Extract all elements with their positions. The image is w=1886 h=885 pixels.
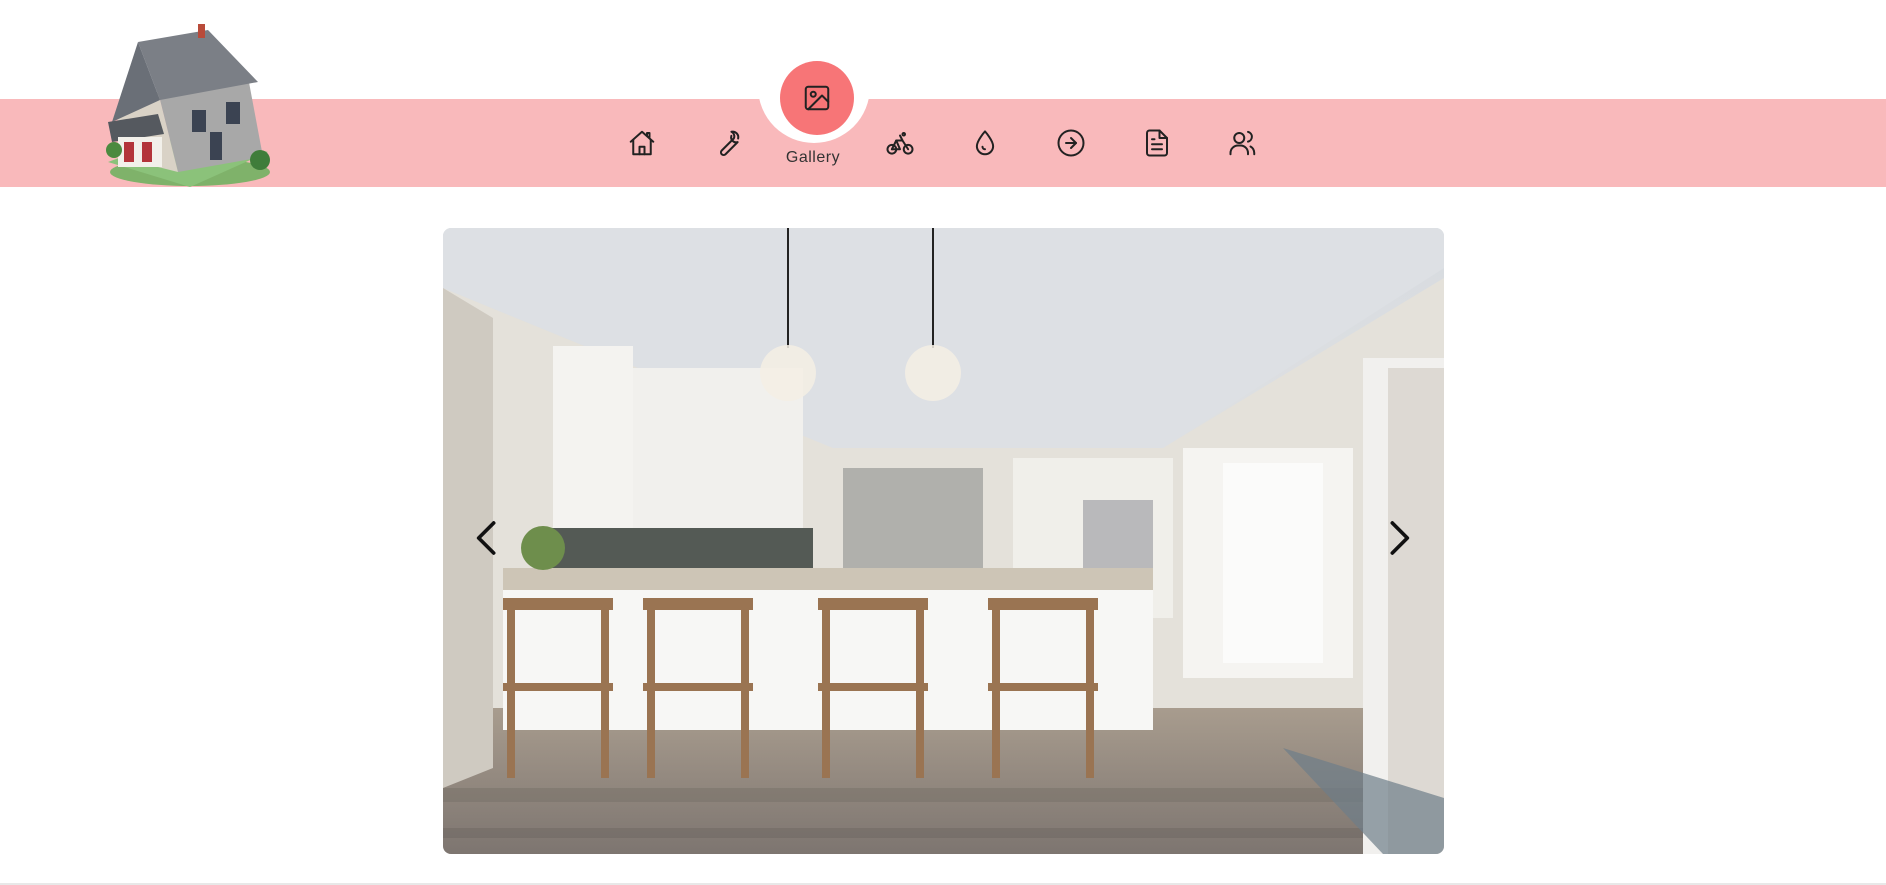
arrow-circle-right-icon: [1057, 129, 1085, 157]
bicycle-icon: [886, 132, 914, 155]
nav-gallery[interactable]: [780, 61, 854, 135]
users-icon: [1229, 130, 1256, 156]
wrench-icon: [719, 130, 740, 157]
carousel-next[interactable]: [1375, 510, 1423, 566]
nav-gallery-label: Gallery: [785, 149, 841, 166]
water-drop-icon: [975, 130, 995, 156]
nav-tools[interactable]: [706, 121, 750, 165]
carousel-prev[interactable]: [463, 510, 511, 566]
nav-users[interactable]: [1221, 121, 1265, 165]
home-icon: [629, 130, 655, 156]
document-icon: [1146, 129, 1168, 157]
nav-next[interactable]: [1049, 121, 1093, 165]
house-logo[interactable]: [98, 22, 284, 190]
nav-water[interactable]: [963, 121, 1007, 165]
gallery-image: [443, 228, 1444, 854]
nav-bike[interactable]: [878, 121, 922, 165]
nav-home[interactable]: [620, 121, 664, 165]
nav-document[interactable]: [1135, 121, 1179, 165]
image-icon: [804, 85, 830, 111]
chevron-left-icon: [476, 521, 496, 555]
chevron-right-icon: [1390, 521, 1410, 555]
